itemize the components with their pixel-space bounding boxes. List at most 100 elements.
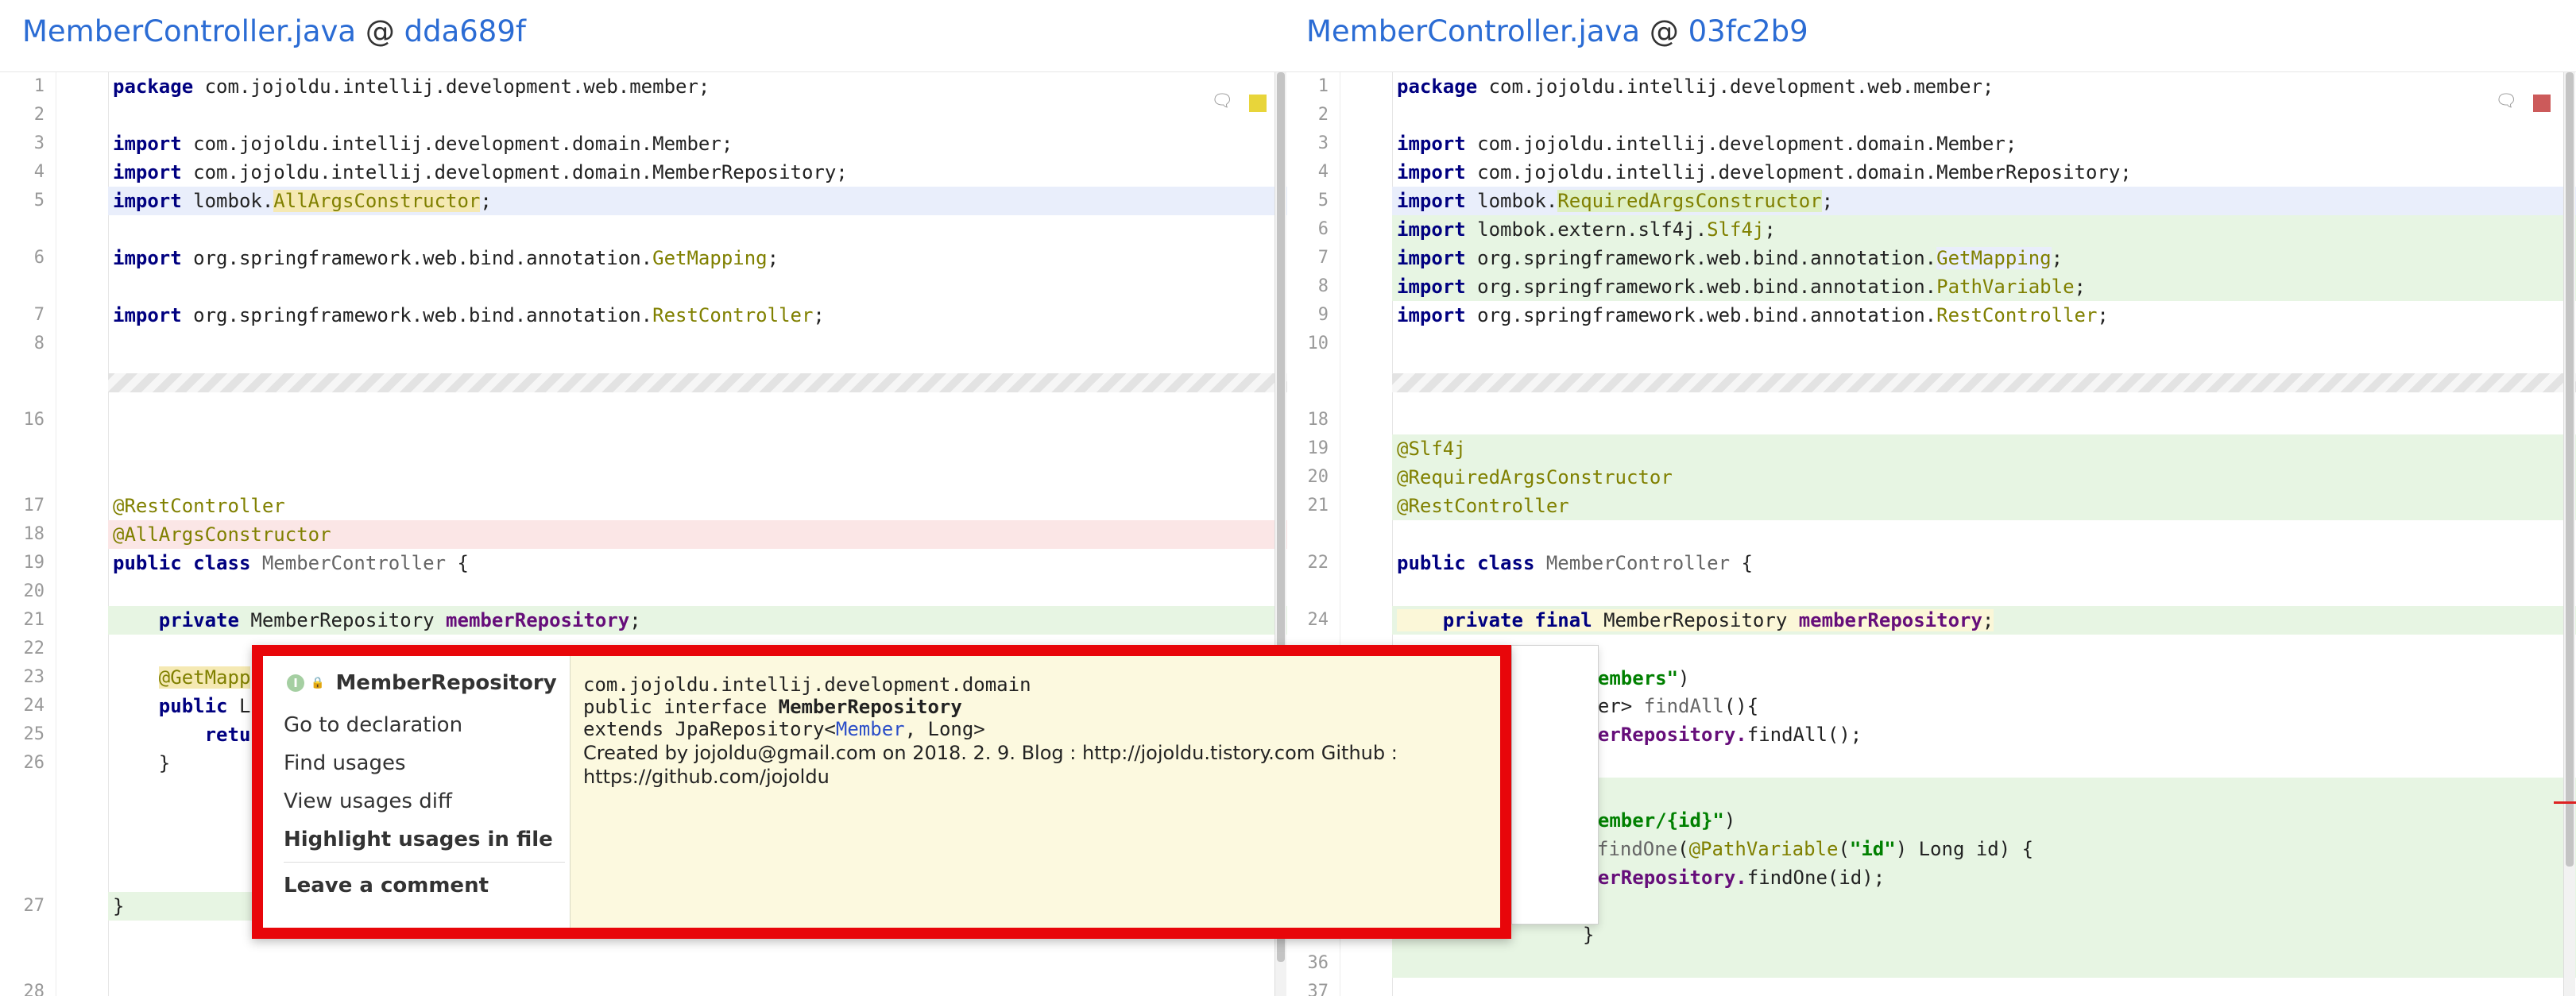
line-number: 7	[1317, 248, 1329, 268]
code-line[interactable]: mberRepository.findOne(id);	[1575, 863, 2576, 892]
code-line[interactable]: public class MemberController {	[108, 549, 1287, 577]
code-line-added[interactable]: @RequiredArgsConstructor	[1392, 463, 2576, 492]
left-pane-header: MemberController.java @ dda689f	[0, 0, 1287, 72]
line-number: 18	[1307, 410, 1329, 430]
lock-icon: 🔒	[311, 677, 325, 689]
code-line[interactable]: package com.jojoldu.intellij.development…	[108, 72, 1287, 101]
doc-declaration: public interface MemberRepository	[583, 696, 962, 718]
code-line-added[interactable]: @Slf4j	[1392, 434, 2576, 463]
popup-header: I 🔒 MemberRepository	[287, 669, 557, 697]
right-scrollbar[interactable]	[2563, 72, 2575, 996]
line-number: 36	[1307, 953, 1329, 973]
doc-author: Created by jojoldu@gmail.com on 2018. 2.…	[583, 742, 1398, 764]
code-line[interactable]: public class MemberController {	[1392, 549, 2576, 577]
code-line-added[interactable]: import lombok.extern.slf4j.Slf4j;	[1392, 215, 2576, 244]
line-number: 1	[1317, 76, 1329, 96]
code-line[interactable]: /member/{id}")	[1575, 806, 2576, 835]
line-number: 3	[33, 133, 44, 153]
right-pane-header: MemberController.java @ 03fc2b9	[1287, 0, 2576, 72]
right-revision[interactable]: 03fc2b9	[1688, 14, 1808, 48]
code-line-modified[interactable]: import lombok.RequiredArgsConstructor;	[1392, 187, 2576, 215]
doc-github: https://github.com/jojoldu	[583, 766, 830, 788]
left-revision[interactable]: dda689f	[404, 14, 526, 48]
go-to-declaration-item[interactable]: Go to declaration	[284, 713, 462, 737]
line-number: 2	[33, 105, 44, 125]
code-line[interactable]: import org.springframework.web.bind.anno…	[108, 301, 1287, 330]
find-usages-item[interactable]: Find usages	[284, 751, 406, 775]
right-at-sign: @	[1649, 14, 1679, 48]
left-gutter-markers	[56, 72, 109, 996]
code-line-changed[interactable]: private MemberRepository memberRepositor…	[108, 606, 1287, 635]
line-number: 8	[1317, 276, 1329, 296]
line-number: 18	[23, 524, 45, 544]
code-line-added[interactable]: import org.springframework.web.bind.anno…	[1392, 272, 2576, 301]
line-number: 26	[23, 753, 45, 773]
code-line[interactable]: import com.jojoldu.intellij.development.…	[1392, 129, 2576, 158]
folded-region[interactable]	[1392, 373, 2576, 392]
code-line[interactable]: import com.jojoldu.intellij.development.…	[1392, 158, 2576, 187]
code-line-changed[interactable]: private final MemberRepository memberRep…	[1392, 606, 2576, 635]
line-number: 17	[23, 496, 45, 515]
line-number: 21	[1307, 496, 1329, 515]
code-line[interactable]: import com.jojoldu.intellij.development.…	[108, 129, 1287, 158]
line-number: 23	[23, 667, 45, 687]
left-file-name[interactable]: MemberController.java	[22, 14, 356, 48]
line-number: 27	[23, 896, 45, 916]
line-number: 24	[1307, 610, 1329, 630]
code-line[interactable]: mberRepository.findAll();	[1575, 720, 2576, 749]
line-number: 37	[1307, 982, 1329, 996]
left-at-sign: @	[365, 14, 395, 48]
line-number: 28	[23, 982, 45, 996]
line-number: 1	[33, 76, 44, 96]
menu-separator	[284, 862, 565, 863]
line-number: 21	[23, 610, 45, 630]
line-number: 6	[33, 248, 44, 268]
line-number: 8	[33, 334, 44, 353]
code-line-added[interactable]: @RestController	[1392, 492, 2576, 520]
line-number: 2	[1317, 105, 1329, 125]
code-line[interactable]: import org.springframework.web.bind.anno…	[108, 244, 1287, 272]
code-line-deleted[interactable]: @AllArgsConstructor	[108, 520, 1287, 549]
code-line-modified[interactable]: import lombok.AllArgsConstructor;	[108, 187, 1287, 215]
left-pane-title: MemberController.java @ dda689f	[22, 14, 526, 48]
view-usages-diff-item[interactable]: View usages diff	[284, 789, 452, 813]
line-number: 4	[1317, 162, 1329, 182]
line-number: 9	[1317, 305, 1329, 325]
line-number: 25	[23, 724, 45, 744]
right-file-name[interactable]: MemberController.java	[1306, 14, 1640, 48]
code-line[interactable]: /members")	[1575, 664, 2576, 693]
line-number: 5	[33, 191, 44, 210]
line-number: 5	[1317, 191, 1329, 210]
code-line[interactable]: @RestController	[108, 492, 1287, 520]
code-line[interactable]: import org.springframework.web.bind.anno…	[1392, 301, 2576, 330]
code-line[interactable]: findOne(@PathVariable("id") Long id) {	[1597, 835, 2576, 863]
leave-comment-item[interactable]: Leave a comment	[284, 874, 489, 898]
code-line[interactable]: mber> findAll(){	[1575, 692, 2576, 720]
line-number: 22	[1307, 553, 1329, 573]
code-line[interactable]: }	[1583, 921, 2576, 949]
code-line[interactable]: import com.jojoldu.intellij.development.…	[108, 158, 1287, 187]
member-link[interactable]: Member	[836, 718, 905, 740]
line-number: 3	[1317, 133, 1329, 153]
popup-title: MemberRepository	[335, 671, 557, 695]
line-number: 7	[33, 305, 44, 325]
highlight-usages-item[interactable]: Highlight usages in file	[284, 828, 553, 851]
doc-package: com.jojoldu.intellij.development.domain	[583, 674, 1031, 696]
line-number: 4	[33, 162, 44, 182]
code-line[interactable]: package com.jojoldu.intellij.development…	[1392, 72, 2576, 101]
right-scrollbar-thumb[interactable]	[2566, 72, 2574, 867]
line-number: 22	[23, 639, 45, 658]
popup-shadow	[1511, 645, 1599, 925]
line-number: 20	[23, 581, 45, 601]
folded-region[interactable]	[108, 373, 1287, 392]
doc-extends: extends JpaRepository<Member, Long>	[583, 718, 985, 740]
code-line-added[interactable]: import org.springframework.web.bind.anno…	[1392, 244, 2576, 272]
change-marker	[2554, 801, 2576, 804]
line-number: 16	[23, 410, 45, 430]
symbol-popup: I 🔒 MemberRepository Go to declaration F…	[252, 645, 1511, 939]
right-pane-title: MemberController.java @ 03fc2b9	[1306, 14, 1808, 48]
line-number: 24	[23, 696, 45, 716]
line-number: 10	[1307, 334, 1329, 353]
line-number: 20	[1307, 467, 1329, 487]
popup-documentation: com.jojoldu.intellij.development.domain …	[570, 656, 1500, 928]
